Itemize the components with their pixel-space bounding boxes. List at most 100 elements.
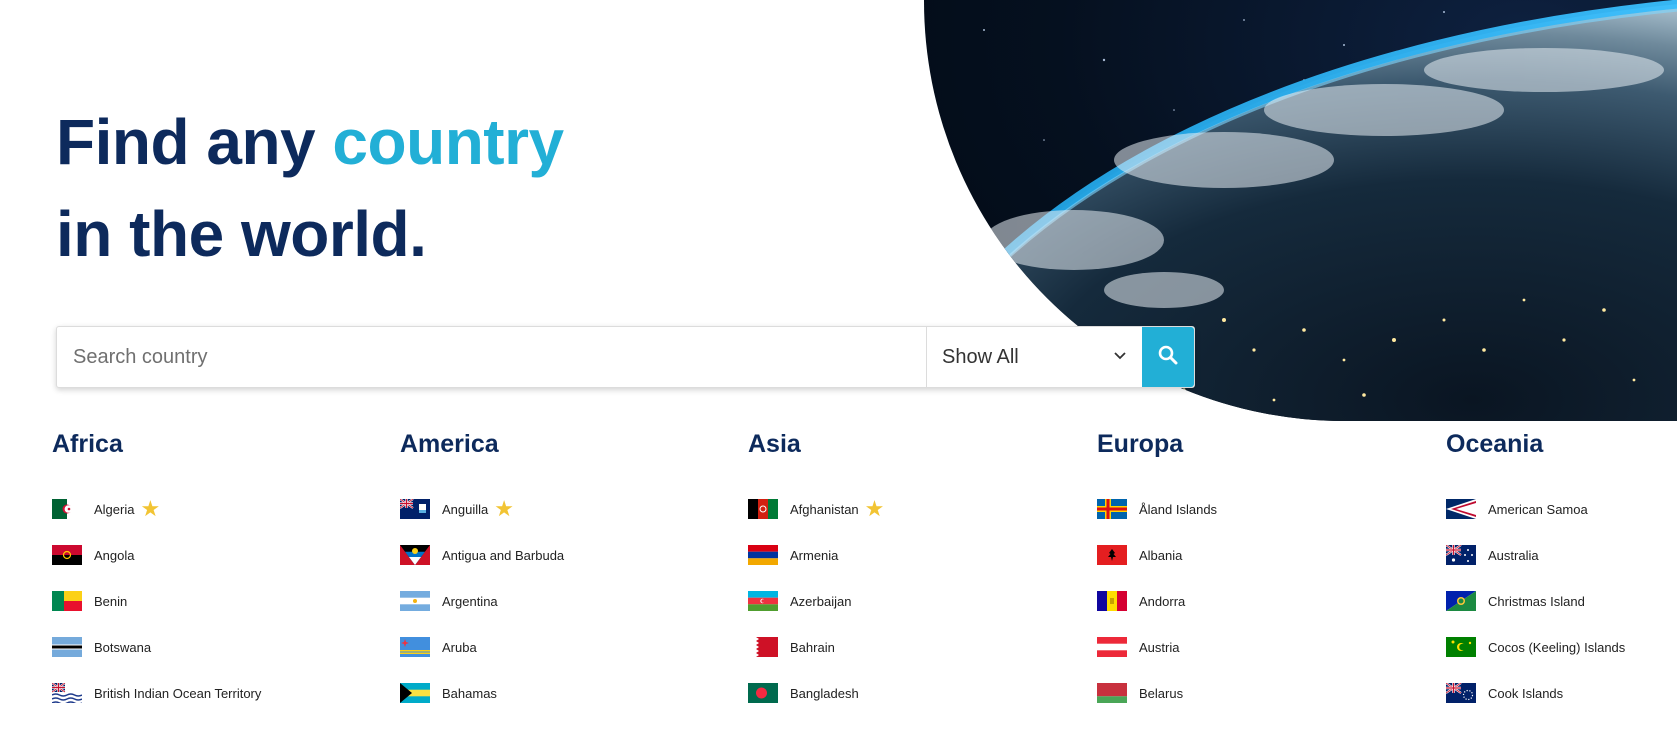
favorite-star-icon[interactable]: ★ <box>140 498 160 520</box>
armenia-flag-icon <box>748 545 778 565</box>
australia-flag-icon <box>1446 545 1476 565</box>
british-indian-ocean-territory-flag-icon <box>52 683 82 703</box>
country-list: Afghanistan ★ Armenia Azerbaijan Bahrain… <box>748 486 1078 716</box>
continent-title: Oceania <box>1446 430 1544 458</box>
country-list: American Samoa Australia Christmas Islan… <box>1446 486 1677 716</box>
list-item[interactable]: Aruba <box>400 624 730 670</box>
bahamas-flag-icon <box>400 683 430 703</box>
list-item[interactable]: Algeria ★ <box>52 486 382 532</box>
country-name: British Indian Ocean Territory <box>94 685 262 701</box>
country-name: Bangladesh <box>790 685 859 701</box>
bahrain-flag-icon <box>748 637 778 657</box>
search-icon <box>1158 345 1178 370</box>
country-name: Bahamas <box>442 685 497 701</box>
list-item[interactable]: Cook Islands <box>1446 670 1677 716</box>
cocos-keeling-islands-flag-icon <box>1446 637 1476 657</box>
list-item[interactable]: Angola <box>52 532 382 578</box>
aland-islands-flag-icon <box>1097 499 1127 519</box>
albania-flag-icon <box>1097 545 1127 565</box>
favorite-star-icon[interactable]: ★ <box>865 498 885 520</box>
country-name: Algeria <box>94 501 135 517</box>
list-item[interactable]: Australia <box>1446 532 1677 578</box>
list-item[interactable]: Albania <box>1097 532 1427 578</box>
list-item[interactable]: Bahrain <box>748 624 1078 670</box>
list-item[interactable]: American Samoa <box>1446 486 1677 532</box>
list-item[interactable]: Åland Islands <box>1097 486 1427 532</box>
anguilla-flag-icon <box>400 499 430 519</box>
country-list: Åland Islands Albania Andorra Austria Be… <box>1097 486 1427 716</box>
headline-accent: country <box>332 106 564 178</box>
list-item[interactable]: Belarus <box>1097 670 1427 716</box>
cook-islands-flag-icon <box>1446 683 1476 703</box>
andorra-flag-icon <box>1097 591 1127 611</box>
country-name: Benin <box>94 593 128 609</box>
list-item[interactable]: Botswana <box>52 624 382 670</box>
country-name: Cook Islands <box>1488 685 1564 701</box>
belarus-flag-icon <box>1097 683 1127 703</box>
chevron-down-icon <box>1112 346 1128 369</box>
list-item[interactable]: Benin <box>52 578 382 624</box>
country-name: Belarus <box>1139 685 1184 701</box>
list-item[interactable]: Cocos (Keeling) Islands <box>1446 624 1677 670</box>
search-input[interactable] <box>57 327 926 387</box>
country-name: Afghanistan <box>790 501 859 517</box>
continent-title: Asia <box>748 430 801 458</box>
bangladesh-flag-icon <box>748 683 778 703</box>
country-name: Australia <box>1488 547 1539 563</box>
list-item[interactable]: Austria <box>1097 624 1427 670</box>
benin-flag-icon <box>52 591 82 611</box>
country-name: Åland Islands <box>1139 501 1218 517</box>
country-name: Bahrain <box>790 639 835 655</box>
continent-oceania: Oceania American Samoa Australia Christm… <box>1446 430 1677 716</box>
list-item[interactable]: Bahamas <box>400 670 730 716</box>
headline-part1: Find any <box>56 106 333 178</box>
list-item[interactable]: Azerbaijan <box>748 578 1078 624</box>
region-filter-select[interactable]: Show All <box>926 327 1142 387</box>
continent-title: Africa <box>52 430 123 458</box>
country-name: Azerbaijan <box>790 593 852 609</box>
country-name: Anguilla <box>442 501 489 517</box>
algeria-flag-icon <box>52 499 82 519</box>
country-name: Albania <box>1139 547 1183 563</box>
list-item[interactable]: Andorra <box>1097 578 1427 624</box>
continent-asia: Asia Afghanistan ★ Armenia Azerbaijan Ba… <box>748 430 1078 716</box>
antigua-and-barbuda-flag-icon <box>400 545 430 565</box>
country-name: Aruba <box>442 639 477 655</box>
list-item[interactable]: Argentina <box>400 578 730 624</box>
list-item[interactable]: Afghanistan ★ <box>748 486 1078 532</box>
list-item[interactable]: Christmas Island <box>1446 578 1677 624</box>
country-name: Armenia <box>790 547 839 563</box>
page-title: Find any country in the world. <box>56 96 564 280</box>
continent-title: America <box>400 430 499 458</box>
country-list: Algeria ★ Angola Benin Botswana British … <box>52 486 382 716</box>
afghanistan-flag-icon <box>748 499 778 519</box>
headline-part2: in the world. <box>56 198 427 270</box>
country-name: Austria <box>1139 639 1180 655</box>
list-item[interactable]: Anguilla ★ <box>400 486 730 532</box>
christmas-island-flag-icon <box>1446 591 1476 611</box>
country-name: Antigua and Barbuda <box>442 547 565 563</box>
argentina-flag-icon <box>400 591 430 611</box>
search-button[interactable] <box>1142 327 1194 387</box>
search-bar: Show All <box>56 326 1195 388</box>
angola-flag-icon <box>52 545 82 565</box>
country-name: Angola <box>94 547 135 563</box>
azerbaijan-flag-icon <box>748 591 778 611</box>
region-filter-value: Show All <box>942 345 1019 368</box>
aruba-flag-icon <box>400 637 430 657</box>
continent-america: America Anguilla ★ Antigua and Barbuda A… <box>400 430 730 716</box>
list-item[interactable]: Bangladesh <box>748 670 1078 716</box>
list-item[interactable]: British Indian Ocean Territory <box>52 670 382 716</box>
list-item[interactable]: Antigua and Barbuda <box>400 532 730 578</box>
country-name: Botswana <box>94 639 152 655</box>
country-name: American Samoa <box>1488 501 1588 517</box>
country-name: Cocos (Keeling) Islands <box>1488 639 1626 655</box>
continent-europa: Europa Åland Islands Albania Andorra Aus… <box>1097 430 1427 716</box>
country-name: Andorra <box>1139 593 1186 609</box>
favorite-star-icon[interactable]: ★ <box>494 498 514 520</box>
country-name: Argentina <box>442 593 498 609</box>
austria-flag-icon <box>1097 637 1127 657</box>
american-samoa-flag-icon <box>1446 499 1476 519</box>
list-item[interactable]: Armenia <box>748 532 1078 578</box>
country-list: Anguilla ★ Antigua and Barbuda Argentina… <box>400 486 730 716</box>
